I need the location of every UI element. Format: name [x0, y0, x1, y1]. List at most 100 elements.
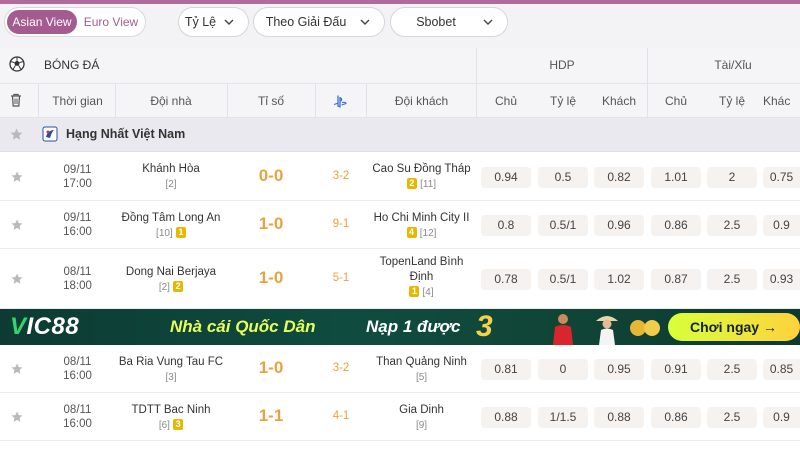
ou-line[interactable]: 2.5: [707, 407, 757, 428]
hdp-away-odds[interactable]: 0.88: [594, 407, 644, 428]
hdp-home-odds[interactable]: 0.78: [481, 269, 531, 290]
hdp-home-odds[interactable]: 0.88: [481, 407, 531, 428]
away-team[interactable]: TopenLand Bình Định 1 [4]: [367, 255, 476, 300]
star-icon[interactable]: [10, 128, 23, 141]
match-datetime: 09/11 16:00: [40, 211, 115, 239]
star-icon[interactable]: [11, 219, 23, 231]
banner-promo-number: 3: [476, 310, 493, 343]
banner-brand-v: V: [10, 313, 27, 340]
sort-label: Theo Giải Đấu: [265, 15, 347, 29]
ou-line[interactable]: 2.5: [707, 359, 757, 380]
home-team-name: Dong Nai Berjaya: [125, 266, 217, 278]
away-badge: 1: [409, 286, 420, 298]
star-icon[interactable]: [11, 363, 23, 375]
away-team[interactable]: Ho Chi Minh City II 4 [12]: [367, 211, 476, 241]
match-row[interactable]: 08/11 18:00 Dong Nai Berjaya [2] 2 1-0 5-1 Top…: [0, 249, 800, 309]
ad-banner[interactable]: VIC88 Nhà cái Quốc Dân Nạp 1 được 3 Chơi…: [0, 309, 800, 345]
away-team[interactable]: Cao Su Đồng Tháp 2 [11]: [367, 162, 476, 192]
away-badge: 2: [406, 178, 417, 190]
hdp-line[interactable]: 0: [538, 359, 588, 380]
hdp-home-odds[interactable]: 0.81: [481, 359, 531, 380]
away-team-name: TopenLand Bình Định: [379, 256, 464, 283]
banner-brand: VIC88: [10, 313, 79, 341]
home-badge: 3: [173, 419, 184, 431]
home-team-name: Đồng Tâm Long An: [121, 212, 221, 224]
star-icon[interactable]: [11, 273, 23, 285]
match-score: 1-0: [258, 358, 284, 377]
home-rank: [6]: [158, 420, 170, 431]
league-header[interactable]: Hạng Nhất Việt Nam: [0, 118, 800, 152]
ou-under-odds[interactable]: 0.9: [763, 407, 800, 428]
col-hdp-line: Tỷ lệ: [549, 94, 576, 108]
away-team[interactable]: Than Quảng Ninh [5]: [367, 355, 476, 385]
halftime-stat: 3-2: [332, 362, 350, 374]
away-team[interactable]: Gia Dinh [9]: [367, 403, 476, 433]
match-datetime: 08/11 16:00: [40, 355, 115, 383]
hdp-away-odds[interactable]: 1.02: [594, 269, 644, 290]
odds-type-select[interactable]: Tỷ Lệ: [178, 7, 249, 37]
away-rank: [11]: [420, 179, 437, 190]
match-row[interactable]: 08/11 16:00 Ba Ria Vung Tau FC [3] 1-0 3-2 Th…: [0, 345, 800, 393]
hdp-line[interactable]: 0.5/1: [538, 269, 588, 290]
ou-under-odds[interactable]: 0.85: [763, 359, 800, 380]
ou-under-odds[interactable]: 0.93: [763, 269, 800, 290]
taixiu-group-header: Tài/Xỉu: [714, 58, 752, 72]
hdp-home-odds[interactable]: 0.94: [481, 166, 531, 188]
euro-view-button[interactable]: Euro View: [79, 10, 143, 34]
coins-icon: [630, 320, 660, 336]
ou-line[interactable]: 2.5: [707, 269, 757, 290]
star-icon[interactable]: [11, 411, 23, 423]
filter-bar: Asian View Euro View Tỷ Lệ Theo Giải Đấu…: [0, 4, 800, 48]
ou-over-odds[interactable]: 0.91: [651, 359, 701, 380]
hdp-line[interactable]: 0.5/1: [538, 215, 588, 236]
trash-icon[interactable]: [10, 93, 22, 107]
home-team[interactable]: TDTT Bac Ninh [6] 3: [116, 403, 226, 433]
hdp-away-odds[interactable]: 0.95: [594, 359, 644, 380]
col-ou-line: Tỷ lệ: [718, 94, 745, 108]
ou-under-odds[interactable]: 0.9: [763, 215, 800, 236]
match-row[interactable]: 09/11 16:00 Đồng Tâm Long An [10] 1 1-0 9-1 Ho…: [0, 201, 800, 249]
home-team[interactable]: Đồng Tâm Long An [10] 1: [116, 211, 226, 241]
sort-select[interactable]: Theo Giải Đấu: [253, 7, 385, 37]
col-hdp-home: Chủ: [494, 94, 517, 108]
ou-over-odds[interactable]: 0.87: [651, 269, 701, 290]
home-badge: 1: [175, 227, 186, 239]
hdp-away-odds[interactable]: 0.82: [594, 166, 644, 188]
ou-under-odds[interactable]: 0.75: [763, 166, 800, 188]
halftime-stat: 4-1: [332, 410, 350, 422]
match-date: 08/11: [63, 404, 92, 416]
star-icon[interactable]: [11, 171, 23, 183]
chevron-down-icon: [483, 19, 493, 25]
home-team-name: Ba Ria Vung Tau FC: [118, 356, 224, 368]
ou-over-odds[interactable]: 0.86: [651, 215, 701, 236]
sport-title: BÓNG ĐÁ: [44, 58, 100, 72]
bookmaker-select[interactable]: Sbobet: [390, 7, 508, 37]
col-away: Đội khách: [394, 94, 449, 108]
home-team[interactable]: Dong Nai Berjaya [2] 2: [116, 265, 226, 295]
away-team-name: Than Quảng Ninh: [376, 356, 467, 368]
match-time: 16:00: [63, 226, 92, 238]
ou-over-odds[interactable]: 0.86: [651, 407, 701, 428]
home-team[interactable]: Ba Ria Vung Tau FC [3]: [116, 355, 226, 385]
away-rank: [12]: [419, 228, 437, 239]
match-score: 1-0: [258, 214, 284, 233]
ou-line[interactable]: 2.5: [707, 215, 757, 236]
match-row[interactable]: 09/11 17:00 Khánh Hòa [2] 0-0 3-2 Cao Su Đồng…: [0, 152, 800, 201]
ou-line[interactable]: 2: [707, 166, 757, 188]
match-datetime: 08/11 18:00: [40, 265, 115, 293]
match-date: 08/11: [63, 356, 92, 368]
play-now-button[interactable]: Chơi ngay →: [668, 313, 800, 341]
away-rank: [5]: [415, 372, 428, 383]
asian-view-button[interactable]: Asian View: [7, 10, 77, 34]
home-team[interactable]: Khánh Hòa [2]: [116, 162, 226, 192]
match-date: 08/11: [63, 266, 92, 278]
table-header-group: BÓNG ĐÁ HDP Tài/Xỉu: [0, 48, 800, 84]
match-score: 1-0: [258, 268, 284, 287]
match-row[interactable]: 08/11 16:00 TDTT Bac Ninh [6] 3 1-1 4-1 Gia Di…: [0, 393, 800, 441]
hdp-line[interactable]: 0.5: [538, 166, 588, 188]
away-rank: [4]: [422, 287, 434, 298]
ou-over-odds[interactable]: 1.01: [651, 166, 701, 188]
hdp-away-odds[interactable]: 0.96: [594, 215, 644, 236]
hdp-line[interactable]: 1/1.5: [538, 407, 588, 428]
hdp-home-odds[interactable]: 0.8: [481, 215, 531, 236]
